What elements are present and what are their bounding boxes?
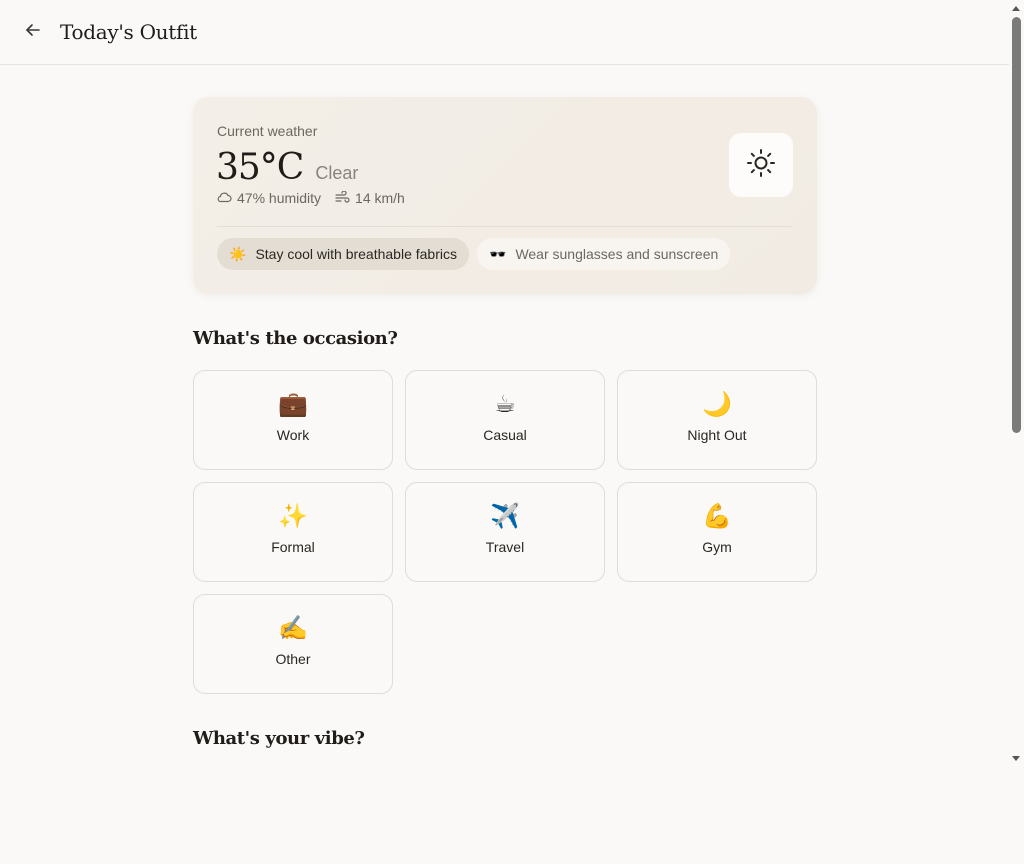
arrow-left-icon	[24, 21, 42, 44]
occasion-heading: What's the occasion?	[193, 328, 398, 349]
occasion-night-out-button[interactable]: 🌙 Night Out	[617, 370, 817, 470]
weather-icon-box	[729, 133, 793, 197]
occasion-label: Travel	[485, 539, 525, 555]
top-bar: Today's Outfit	[0, 0, 1009, 65]
weather-condition: Clear	[315, 163, 359, 183]
page-title: Today's Outfit	[60, 20, 197, 44]
occasion-other-button[interactable]: ✍️ Other	[193, 594, 393, 694]
occasion-label: Other	[275, 651, 311, 667]
cloud-icon	[217, 190, 237, 206]
occasion-label: Casual	[483, 427, 527, 443]
briefcase-icon: 💼	[278, 391, 308, 418]
weather-caption: Current weather	[217, 123, 318, 139]
temperature-row: 35°C Clear	[216, 147, 358, 188]
tip-chip: ☀️ Stay cool with breathable fabrics	[217, 238, 469, 270]
occasion-work-button[interactable]: 💼 Work	[193, 370, 393, 470]
weather-card: Current weather 35°C Clear 47% humidity …	[193, 97, 817, 294]
tip-text: Wear sunglasses and sunscreen	[515, 246, 719, 262]
vibe-heading: What's your vibe?	[193, 728, 365, 749]
sparkles-icon: ✨	[278, 503, 308, 530]
moon-icon: 🌙	[702, 391, 732, 418]
tip-text: Stay cool with breathable fabrics	[255, 246, 457, 262]
weather-tips: ☀️ Stay cool with breathable fabrics 🕶️ …	[217, 238, 738, 270]
occasion-label: Formal	[271, 539, 315, 555]
scroll-thumb[interactable]	[1012, 17, 1021, 433]
wind-text: 14 km/h	[355, 190, 405, 206]
weather-meta: 47% humidity 14 km/h	[217, 190, 419, 206]
sunglasses-icon: 🕶️	[489, 245, 507, 262]
humidity-text: 47% humidity	[237, 190, 322, 206]
sun-icon	[745, 147, 777, 184]
tip-chip: 🕶️ Wear sunglasses and sunscreen	[477, 238, 731, 270]
occasion-label: Gym	[702, 539, 732, 555]
coffee-icon: ☕	[494, 391, 516, 418]
occasion-label: Night Out	[687, 427, 747, 443]
scrollbar[interactable]	[1009, 0, 1024, 864]
airplane-icon: ✈️	[490, 503, 520, 530]
writing-hand-icon: ✍️	[278, 615, 308, 642]
wind-icon	[335, 190, 355, 206]
sun-emoji-icon: ☀️	[229, 245, 247, 262]
back-button[interactable]	[16, 15, 50, 49]
occasion-gym-button[interactable]: 💪 Gym	[617, 482, 817, 582]
scroll-down-arrow[interactable]	[1012, 756, 1020, 761]
occasion-label: Work	[276, 427, 310, 443]
divider	[217, 226, 793, 227]
wind: 14 km/h	[335, 190, 405, 206]
occasion-travel-button[interactable]: ✈️ Travel	[405, 482, 605, 582]
scroll-up-arrow[interactable]	[1012, 6, 1020, 11]
temperature: 35°C	[216, 147, 304, 188]
occasion-formal-button[interactable]: ✨ Formal	[193, 482, 393, 582]
flexed-biceps-icon: 💪	[702, 503, 732, 530]
humidity: 47% humidity	[217, 190, 321, 206]
occasion-casual-button[interactable]: ☕ Casual	[405, 370, 605, 470]
